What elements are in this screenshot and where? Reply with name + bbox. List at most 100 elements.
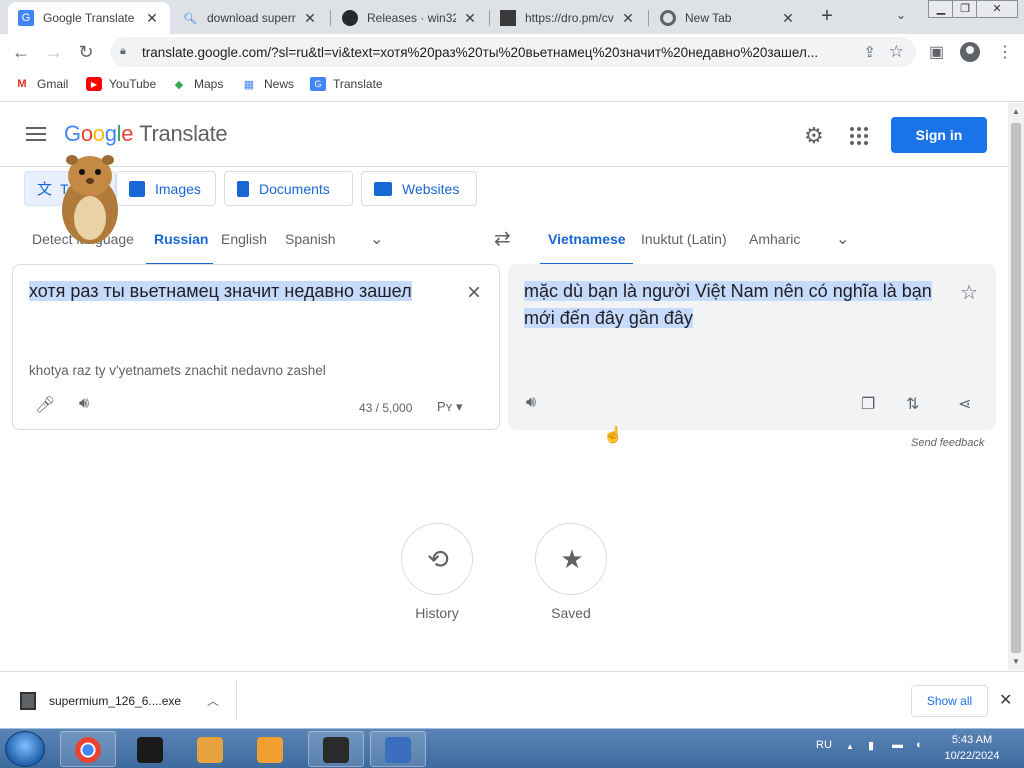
page-scrollbar[interactable]: ▲ ▼ xyxy=(1008,103,1024,670)
microphone-icon[interactable]: 🎤︎ xyxy=(35,395,55,415)
history-button[interactable]: ⟲ xyxy=(401,523,473,595)
bookmark-maps[interactable]: ◆ Maps xyxy=(171,77,224,91)
sign-in-button[interactable]: Sign in xyxy=(891,117,987,153)
chevron-down-icon[interactable]: ⌄ xyxy=(370,229,383,249)
input-tools-icon[interactable]: Pʏ ▾ xyxy=(437,399,463,415)
chrome-icon xyxy=(75,737,101,763)
taskbar-app[interactable] xyxy=(242,731,298,767)
tab-title: Google Translate xyxy=(43,11,135,25)
chevron-up-icon[interactable]: ▲ xyxy=(846,742,854,751)
tab-search-chevron-icon[interactable]: ⌄ xyxy=(896,8,906,22)
bookmark-label: Gmail xyxy=(37,77,69,91)
tray-icon[interactable]: ▮ xyxy=(868,739,874,752)
apps-grid-icon[interactable] xyxy=(850,127,868,145)
rate-translation-icon[interactable]: ⇅ xyxy=(906,394,919,414)
mode-websites-button[interactable]: Websites xyxy=(361,171,477,206)
minimize-icon[interactable]: ▁ xyxy=(928,0,954,18)
settings-gear-icon[interactable]: ⚙ xyxy=(804,123,824,149)
listen-speaker-icon[interactable]: 🔊︎ xyxy=(526,394,536,412)
google-translate-logo[interactable]: Google Translate xyxy=(64,121,228,147)
bookmark-star-icon[interactable]: ☆ xyxy=(889,42,904,62)
address-bar[interactable]: 🔒︎ translate.google.com/?sl=ru&tl=vi&tex… xyxy=(110,37,916,67)
close-tab-icon[interactable]: ✕ xyxy=(462,10,478,27)
close-tab-icon[interactable]: ✕ xyxy=(780,10,796,27)
profile-avatar[interactable] xyxy=(960,42,980,62)
taskbar-chrome[interactable] xyxy=(60,731,116,767)
scrollbar-thumb[interactable] xyxy=(1011,123,1021,653)
target-lang-vietnamese[interactable]: Vietnamese xyxy=(548,231,626,247)
bookmark-label: YouTube xyxy=(109,77,157,91)
close-tab-icon[interactable]: ✕ xyxy=(620,10,636,27)
new-tab-icon[interactable]: + xyxy=(816,6,838,28)
drive-icon xyxy=(137,737,163,763)
back-icon[interactable]: ← xyxy=(10,41,32,63)
hamster-desktop-pet[interactable] xyxy=(50,148,130,248)
scroll-up-icon[interactable]: ▲ xyxy=(1012,107,1020,116)
show-all-button[interactable]: Show all xyxy=(911,685,988,717)
target-lang-inuktut[interactable]: Inuktut (Latin) xyxy=(641,231,727,247)
tab-releases[interactable]: Releases · win32s ✕ xyxy=(332,2,488,34)
bookmark-translate[interactable]: G Translate xyxy=(310,77,383,91)
translation-output[interactable]: mặc dù bạn là người Việt Nam nên có nghĩ… xyxy=(524,278,934,332)
tray-icon[interactable]: ▬ xyxy=(892,739,903,751)
source-lang-spanish[interactable]: Spanish xyxy=(285,231,336,247)
exe-file-icon xyxy=(20,692,36,710)
bookmarks-bar: M Gmail ▶ YouTube ◆ Maps ▦ News G Transl… xyxy=(0,70,1024,102)
translation-text: mặc dù bạn là người Việt Nam nên có nghĩ… xyxy=(524,281,932,328)
scroll-down-icon[interactable]: ▼ xyxy=(1012,657,1020,666)
taskbar-app[interactable] xyxy=(370,731,426,767)
close-window-icon[interactable]: ✕ xyxy=(976,0,1018,18)
product-name: Translate xyxy=(139,121,228,146)
close-tab-icon[interactable]: ✕ xyxy=(302,10,318,27)
save-translation-star-icon[interactable]: ☆ xyxy=(960,280,978,305)
download-filename[interactable]: supermium_126_6....exe xyxy=(49,694,181,708)
divider xyxy=(236,680,237,720)
system-clock[interactable]: 5:43 AM 10/22/2024 xyxy=(940,732,1004,764)
taskbar-app[interactable] xyxy=(122,731,178,767)
maximize-icon[interactable]: ❐ xyxy=(952,0,978,18)
start-button[interactable] xyxy=(5,731,45,767)
source-lang-english[interactable]: English xyxy=(221,231,267,247)
windows-taskbar: RU ▲ ▮ ▬ ◐ 5:43 AM 10/22/2024 xyxy=(0,728,1024,768)
tab-download[interactable]: 🔍︎ download superm ✕ xyxy=(172,2,328,34)
chevron-down-icon[interactable]: ⌄ xyxy=(836,229,849,249)
hand-cursor-icon: ☝ xyxy=(603,427,623,444)
google-translate-icon: G xyxy=(310,77,326,91)
reload-icon[interactable]: ↻ xyxy=(75,41,97,63)
volume-icon[interactable]: ◐ xyxy=(916,739,923,751)
side-panel-icon[interactable]: ▣ xyxy=(929,42,944,62)
bookmark-gmail[interactable]: M Gmail xyxy=(14,77,68,91)
hamburger-menu-icon[interactable] xyxy=(26,127,46,141)
taskbar-app[interactable] xyxy=(308,731,364,767)
share-icon[interactable]: ⇪ xyxy=(863,43,876,61)
bookmark-youtube[interactable]: ▶ YouTube xyxy=(86,77,156,91)
saved-button[interactable]: ★ xyxy=(535,523,607,595)
tab-google-translate[interactable]: G Google Translate ✕ xyxy=(8,2,170,34)
share-icon[interactable]: ⋖ xyxy=(958,394,971,414)
source-textarea[interactable]: хотя раз ты вьетнамец значит недавно заш… xyxy=(29,281,412,302)
history-icon: ⟲ xyxy=(427,544,449,574)
menu-icon[interactable]: ⋮ xyxy=(997,42,1013,62)
close-icon[interactable]: ✕ xyxy=(999,690,1012,710)
chevron-up-icon[interactable]: ︿ xyxy=(207,692,219,709)
send-feedback-link[interactable]: Send feedback xyxy=(911,437,984,449)
bookmark-news[interactable]: ▦ News xyxy=(241,77,294,91)
search-icon: 🔍︎ xyxy=(183,12,197,25)
mode-label: Images xyxy=(155,180,201,197)
tab-new-tab[interactable]: New Tab ✕ xyxy=(650,2,806,34)
close-tab-icon[interactable]: ✕ xyxy=(144,10,160,27)
url-text[interactable]: translate.google.com/?sl=ru&tl=vi&text=х… xyxy=(142,45,842,60)
tab-dropm[interactable]: https://dro.pm/cv ✕ xyxy=(490,2,646,34)
source-lang-russian[interactable]: Russian xyxy=(154,231,208,247)
mode-documents-button[interactable]: Documents xyxy=(224,171,353,206)
clear-text-icon[interactable]: × xyxy=(467,281,481,305)
forward-icon[interactable]: → xyxy=(43,41,65,63)
target-lang-amharic[interactable]: Amharic xyxy=(749,231,800,247)
mode-images-button[interactable]: Images xyxy=(116,171,216,206)
mode-label: Websites xyxy=(402,180,460,197)
page-icon xyxy=(500,10,516,26)
taskbar-media[interactable] xyxy=(182,731,238,767)
listen-speaker-icon[interactable]: 🔊︎ xyxy=(79,395,89,413)
copy-icon[interactable]: ❐ xyxy=(861,394,875,414)
language-indicator[interactable]: RU xyxy=(816,739,832,751)
